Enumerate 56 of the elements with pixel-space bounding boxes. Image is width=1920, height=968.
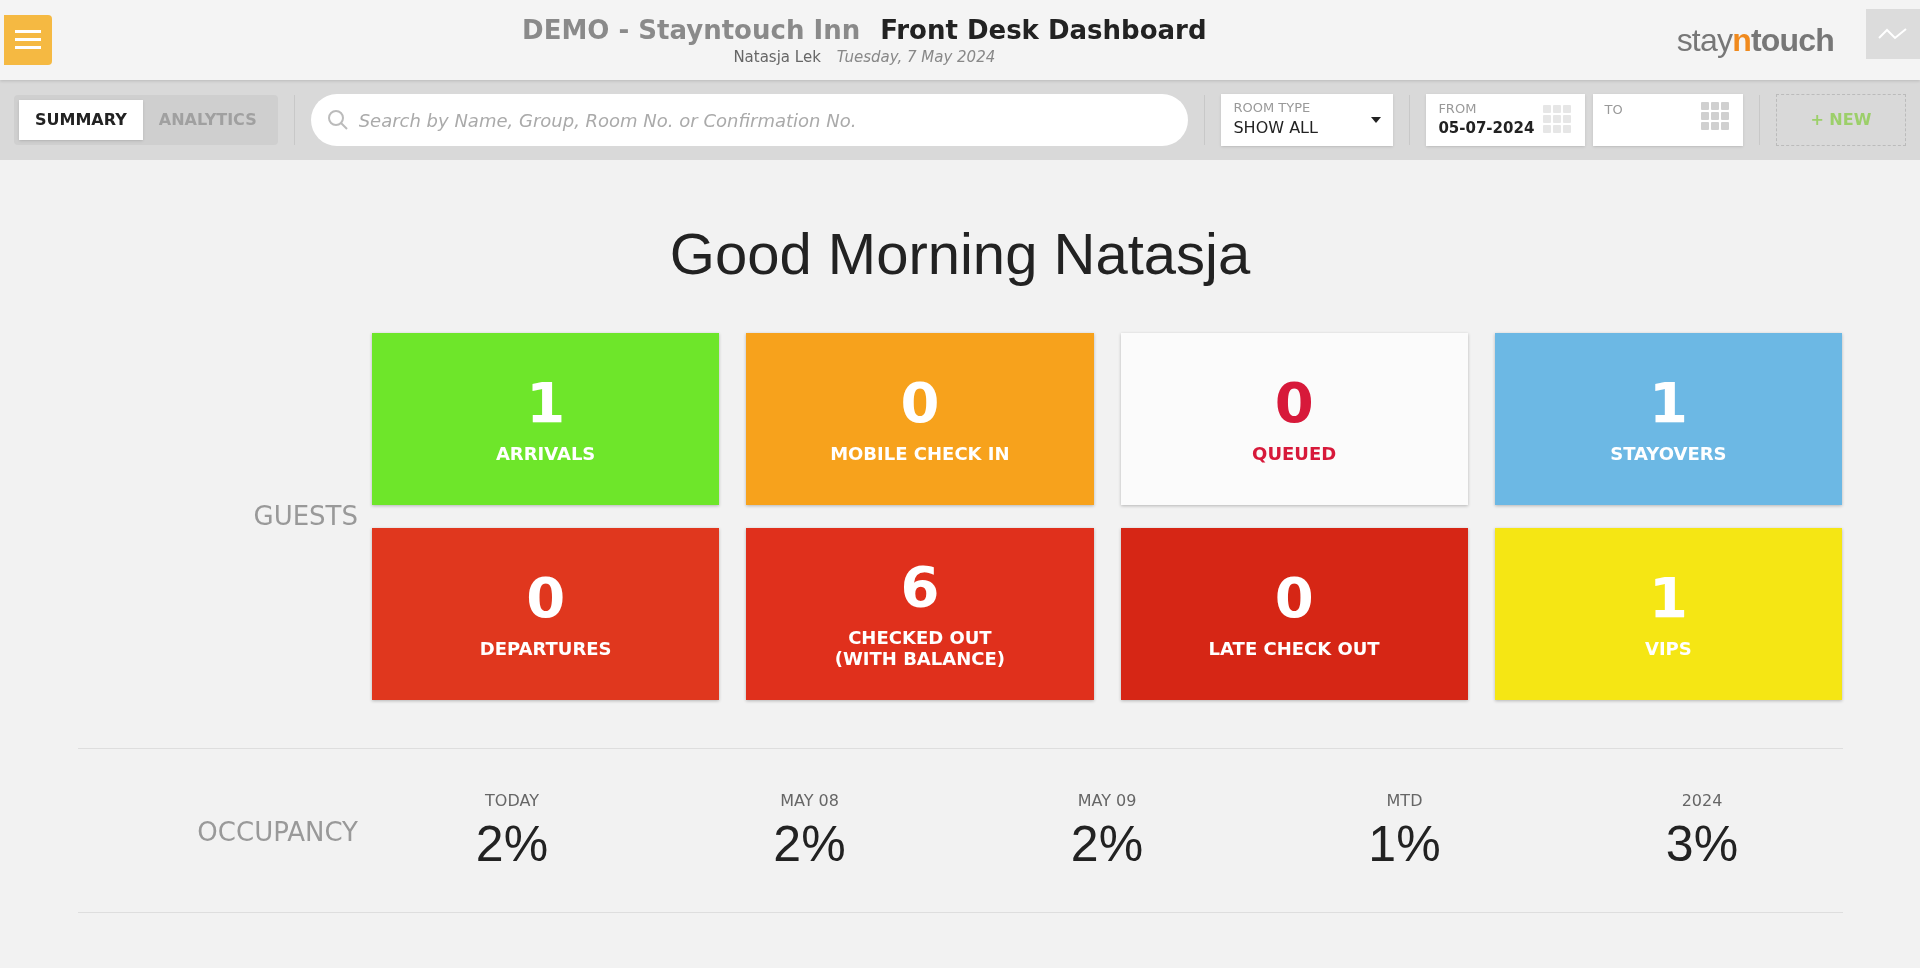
tile-count: 0 <box>526 569 566 626</box>
field-value: 05-07-2024 <box>1438 117 1536 139</box>
search-icon <box>326 109 349 131</box>
occupancy-value: 2% <box>1070 815 1144 874</box>
tile-count: 6 <box>900 559 940 615</box>
brand-logo: stayntouch <box>1676 21 1834 60</box>
field-label: ROOM TYPE <box>1233 100 1312 116</box>
from-date-field[interactable]: FROM 05-07-2024 <box>1426 94 1585 146</box>
calendar-grid-icon[interactable] <box>1700 102 1731 132</box>
guest-tile[interactable]: 0 QUEUED <box>1120 333 1468 505</box>
tile-label: VIPS <box>1644 637 1692 659</box>
tile-count: 0 <box>900 374 940 431</box>
tile-count: 1 <box>1648 569 1688 626</box>
view-tab[interactable]: SUMMARY <box>19 100 143 140</box>
guest-tile[interactable]: 0 LATE CHECK OUT <box>1120 528 1468 700</box>
guest-tile[interactable]: 0 DEPARTURES <box>372 528 720 700</box>
tile-label: LATE CHECK OUT <box>1208 637 1380 659</box>
tile-count: 1 <box>1648 374 1688 431</box>
tile-count: 0 <box>1274 569 1314 626</box>
room-type-dropdown[interactable]: ROOM TYPE SHOW ALL <box>1221 94 1394 146</box>
tile-label: ARRIVALS <box>495 442 596 464</box>
menu-icon <box>15 29 41 51</box>
current-date: Tuesday, 7 May 2024 <box>836 47 996 69</box>
tile-label: QUEUED <box>1252 442 1337 464</box>
tile-count: 0 <box>1274 374 1314 431</box>
occupancy-heading: MAY 09 <box>1077 790 1137 812</box>
occupancy-heading: 2024 <box>1681 790 1723 812</box>
occupancy-value: 1% <box>1368 815 1441 874</box>
occupancy-value: 3% <box>1665 815 1739 874</box>
tile-label: MOBILE CHECK IN <box>830 442 1010 464</box>
field-label: FROM <box>1438 100 1478 117</box>
page-title: Front Desk Dashboard <box>880 14 1207 48</box>
field-label: TO <box>1604 102 1624 118</box>
greeting: Good Morning Natasja <box>669 220 1251 288</box>
menu-button[interactable] <box>4 15 52 65</box>
occupancy-value: 2% <box>475 815 549 874</box>
tile-label: DEPARTURES <box>479 637 612 659</box>
occupancy-value: 2% <box>773 815 846 874</box>
tile-label: CHECKED OUT (WITH BALANCE) <box>834 627 1005 669</box>
tile-label: STAYOVERS <box>1610 442 1727 464</box>
section-label: GUESTS <box>252 500 358 533</box>
analytics-button[interactable] <box>1866 9 1920 59</box>
calendar-grid-icon[interactable] <box>1542 105 1573 135</box>
caret-icon <box>1371 117 1382 123</box>
to-date-field[interactable]: TO <box>1592 94 1743 146</box>
occupancy-heading: MTD <box>1386 790 1423 812</box>
field-value: SHOW ALL <box>1233 117 1319 139</box>
occupancy-heading: TODAY <box>485 790 539 812</box>
guest-tile[interactable]: 6 CHECKED OUT (WITH BALANCE) <box>746 528 1094 700</box>
hotel-name: DEMO - Stayntouch Inn <box>522 14 861 48</box>
user-name: Natasja Lek <box>733 47 821 69</box>
section-label: OCCUPANCY <box>196 815 358 849</box>
search-field[interactable]: Search by Name, Group, Room No. or Confirmation No. <box>310 94 1189 146</box>
line-graph-icon <box>1878 26 1908 42</box>
tile-count: 1 <box>526 374 566 431</box>
occupancy-heading: MAY 08 <box>780 790 839 812</box>
